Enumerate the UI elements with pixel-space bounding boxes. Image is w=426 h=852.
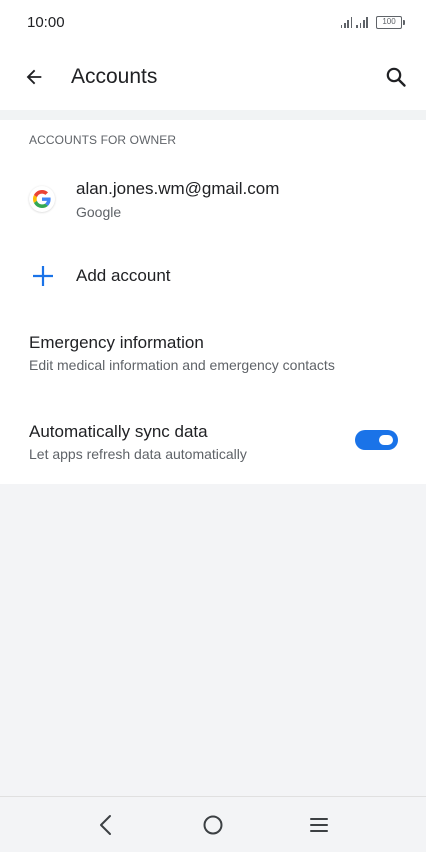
sync-title: Automatically sync data [29,422,208,441]
emergency-subtitle: Edit medical information and emergency c… [29,357,335,373]
plus-icon [33,266,53,286]
auto-sync-item[interactable]: Automatically sync data Let apps refresh… [0,409,426,479]
screen: 10:00 100 Accounts ACCOUNTS FOR OWNER al… [0,0,426,852]
search-button[interactable] [382,63,410,91]
add-account-label: Add account [76,266,171,285]
toggle-thumb [379,435,393,445]
arrow-back-icon [26,69,42,85]
section-header: ACCOUNTS FOR OWNER [29,133,177,147]
battery-icon: 100 [376,15,405,29]
nav-home-button[interactable] [199,811,227,839]
status-bar: 10:00 100 [0,0,426,44]
nav-home-icon [203,815,223,835]
add-account-button[interactable]: Add account [0,248,426,304]
search-icon [386,67,406,87]
emergency-information-item[interactable]: Emergency information Edit medical infor… [0,320,426,390]
emergency-title: Emergency information [29,333,204,352]
status-icons: 100 [340,15,405,29]
nav-menu-icon [310,818,328,832]
sync-subtitle: Let apps refresh data automatically [29,446,247,462]
navigation-bar [0,796,426,852]
back-button[interactable] [20,63,48,91]
nav-back-button[interactable] [92,811,120,839]
divider-band [0,110,426,120]
signal-icon [340,16,353,28]
page-title: Accounts [71,65,158,88]
account-email: alan.jones.wm@gmail.com [76,179,280,198]
app-bar: Accounts [0,44,426,110]
auto-sync-toggle[interactable] [355,430,398,450]
battery-level: 100 [382,16,396,26]
accounts-list: ACCOUNTS FOR OWNER alan.jones.wm@gmail.c… [0,120,426,484]
google-logo-icon [29,186,55,212]
signal-icon-2 [356,16,368,28]
account-type: Google [76,204,122,220]
nav-back-icon [100,815,111,835]
nav-menu-button[interactable] [305,811,333,839]
account-item-google[interactable]: alan.jones.wm@gmail.com Google [0,164,426,234]
status-time: 10:00 [27,13,65,31]
